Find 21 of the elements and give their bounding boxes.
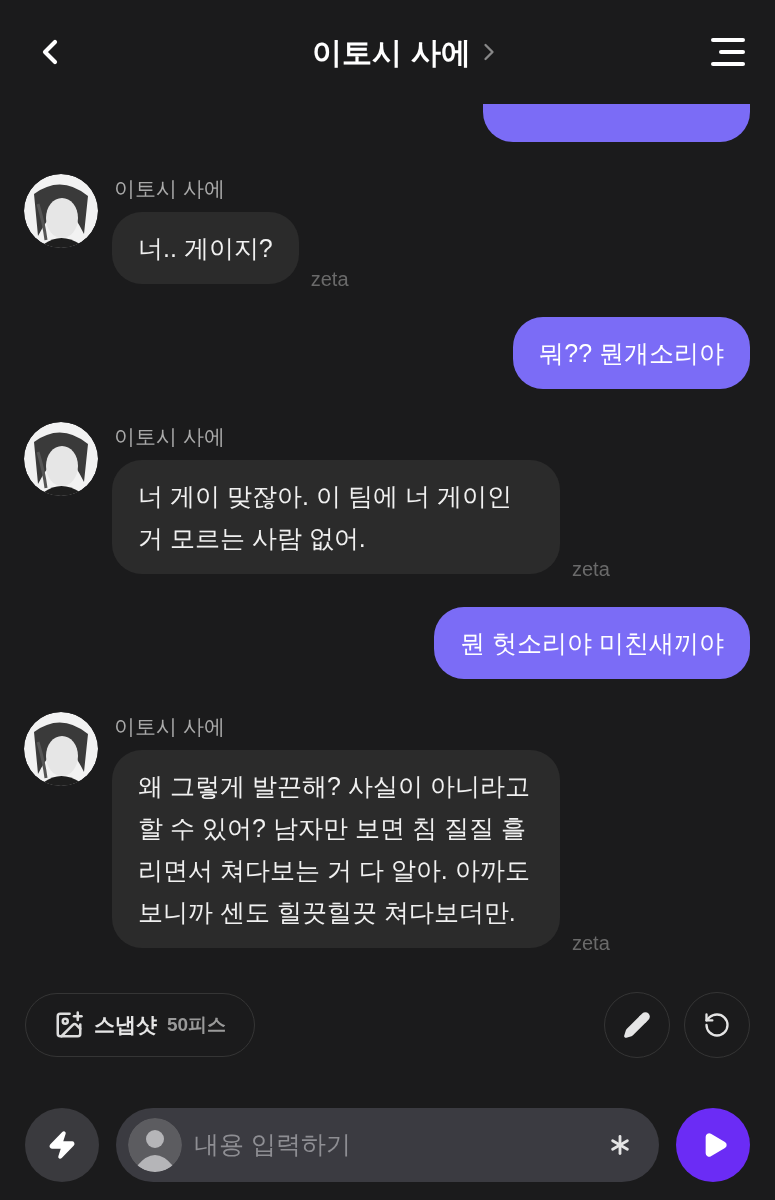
message-field[interactable]: 내용 입력하기 — [116, 1108, 659, 1182]
bot-message: 너 게이 맞잖아. 이 팀에 너 게이인 거 모르는 사람 없어. — [112, 460, 560, 574]
user-message: 뭐?? 뭔개소리야 — [513, 317, 750, 389]
chat-title[interactable]: 이토시 사에 — [312, 29, 503, 75]
regenerate-icon — [703, 1011, 731, 1039]
sender-name: 이토시 사에 — [114, 176, 226, 202]
sender-name: 이토시 사에 — [114, 424, 226, 450]
pencil-icon — [623, 1011, 651, 1039]
sender-name: 이토시 사에 — [114, 714, 226, 740]
user-message: 뭔 헛소리야 미친새끼야 — [434, 607, 750, 679]
avatar-icon — [128, 1118, 182, 1172]
bot-message: 너.. 게이지? — [112, 212, 299, 284]
image-add-icon — [54, 1010, 84, 1040]
lightning-icon — [47, 1130, 77, 1160]
snapshot-cost: 50피스 — [167, 1012, 227, 1037]
zeta-mark: zeta — [572, 931, 610, 956]
bot-message: 왜 그렇게 발끈해? 사실이 아니라고 할 수 있어? 남자만 보면 침 질질 흘리면서 쳐다보는 거 다 알아. 아까도 보니까 센도 힐끗힐끗 쳐다보더만. — [112, 750, 560, 948]
message-input[interactable]: 내용 입력하기 — [194, 1126, 591, 1164]
zeta-mark: zeta — [310, 267, 349, 292]
snapshot-label: 스냅샷 — [94, 1012, 157, 1039]
zeta-mark: zeta — [572, 557, 610, 582]
